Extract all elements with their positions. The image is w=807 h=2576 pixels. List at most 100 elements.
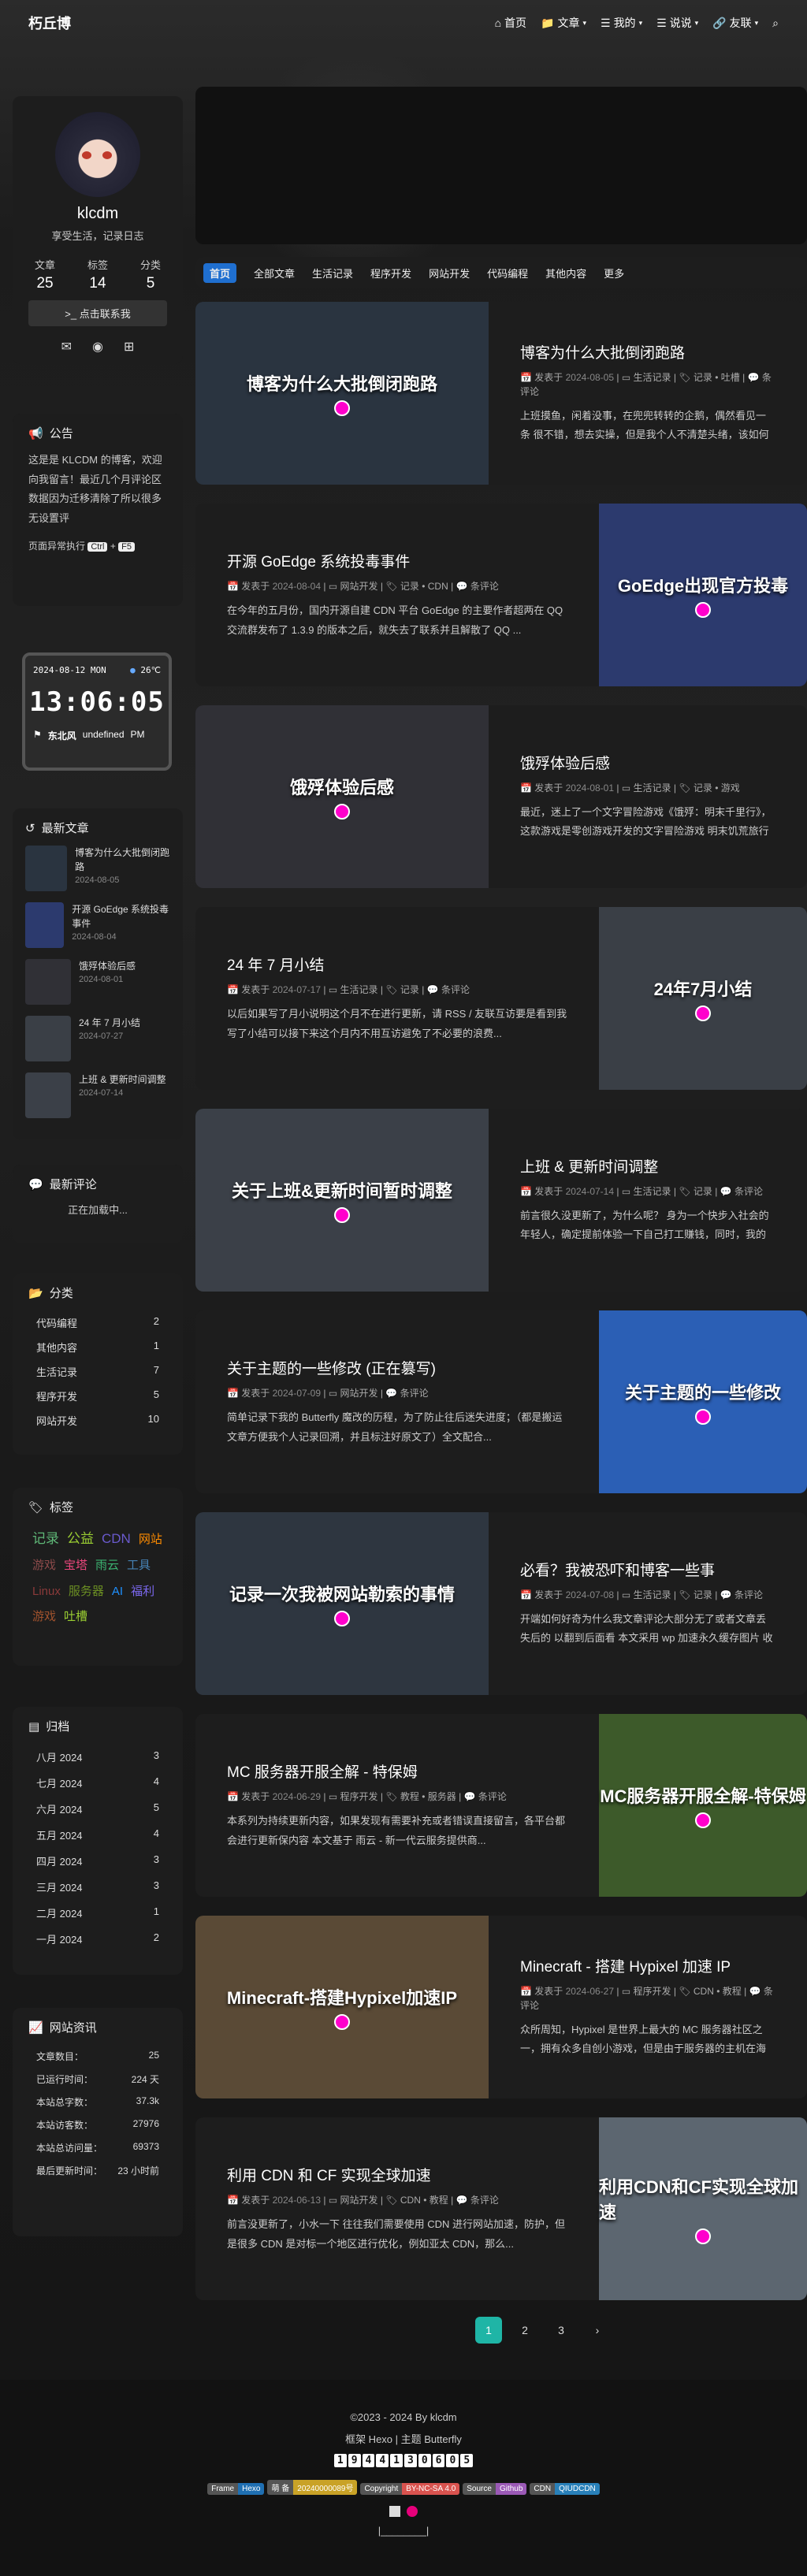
post-title[interactable]: 关于主题的一些修改 (正在篡写) <box>227 1357 567 1378</box>
post-cover[interactable]: 利用CDN和CF实现全球加速 <box>599 2117 807 2300</box>
recent-post-item[interactable]: 博客为什么大批倒闭跑路 2024-08-05 <box>25 846 170 893</box>
post-card[interactable]: 24年7月小结 24 年 7 月小结 📅 发表于 2024-07-17 | ▭ 生活… <box>195 907 807 1090</box>
nav-item-0[interactable]: ⌂ 首页 <box>495 15 526 31</box>
footer-badge[interactable]: 萌 备 20240000089号 <box>267 2480 358 2495</box>
page-1[interactable]: 1 <box>475 2317 502 2344</box>
post-comments[interactable]: 条评论 <box>734 1186 763 1197</box>
tag-link[interactable]: 宝塔 <box>64 1555 87 1578</box>
nav-item-2[interactable]: ☰ 我的 ▾ <box>601 15 642 31</box>
post-tags[interactable]: CDN • 教程 <box>400 2195 448 2206</box>
category-item[interactable]: 程序开发 5 <box>28 1384 167 1408</box>
post-title[interactable]: 24 年 7 月小结 <box>227 953 567 975</box>
post-card[interactable]: 关于上班&更新时间暂时调整 上班 & 更新时间调整 📅 发表于 2024-07-14… <box>195 1109 807 1292</box>
post-cover[interactable]: Minecraft-搭建Hypixel加速IP <box>195 1916 489 2098</box>
category-item[interactable]: 其他内容 1 <box>28 1335 167 1359</box>
post-title[interactable]: 开源 GoEdge 系统投毒事件 <box>227 550 567 571</box>
post-card[interactable]: GoEdge出现官方投毒 开源 GoEdge 系统投毒事件 📅 发表于 2024-0… <box>195 504 807 686</box>
archive-item[interactable]: 七月 2024 4 <box>28 1770 167 1796</box>
page-3[interactable]: 3 <box>548 2317 575 2344</box>
post-card[interactable]: Minecraft-搭建Hypixel加速IP Minecraft - 搭建 Hy… <box>195 1916 807 2098</box>
post-category[interactable]: 程序开发 <box>633 1986 671 1997</box>
post-title[interactable]: 必看？我被恐吓和博客一些事 <box>520 1559 775 1580</box>
post-comments[interactable]: 条评论 <box>734 1589 763 1600</box>
post-cover[interactable]: MC服务器开服全解-特保姆 <box>599 1714 807 1897</box>
archive-item[interactable]: 八月 2024 3 <box>28 1744 167 1770</box>
post-cover[interactable]: 关于主题的一些修改 <box>599 1310 807 1493</box>
post-cover[interactable]: 记录一次我被网站勒索的事情 <box>195 1512 489 1695</box>
post-cover[interactable]: 关于上班&更新时间暂时调整 <box>195 1109 489 1292</box>
stat-1[interactable]: 标签 14 <box>87 257 108 292</box>
nav-item-4[interactable]: 🔗 友联 ▾ <box>712 15 758 31</box>
post-title[interactable]: 利用 CDN 和 CF 实现全球加速 <box>227 2164 567 2185</box>
post-title[interactable]: MC 服务器开服全解 - 特保姆 <box>227 1760 567 1782</box>
tag-link[interactable]: 网站 <box>139 1529 162 1552</box>
tab-3[interactable]: 程序开发 <box>370 266 411 281</box>
post-title[interactable]: 博客为什么大批倒闭跑路 <box>520 341 775 362</box>
post-title[interactable]: 上班 & 更新时间调整 <box>520 1155 775 1176</box>
tab-2[interactable]: 生活记录 <box>312 266 353 281</box>
tab-5[interactable]: 代码编程 <box>487 266 528 281</box>
post-tags[interactable]: 教程 • 服务器 <box>400 1791 456 1802</box>
post-comments[interactable]: 条评论 <box>441 984 470 995</box>
tab-1[interactable]: 全部文章 <box>254 266 295 281</box>
tab-7[interactable]: 更多 <box>604 266 624 281</box>
next-page-button[interactable]: › <box>584 2317 611 2344</box>
post-category[interactable]: 生活记录 <box>633 1186 671 1197</box>
post-title[interactable]: 饿殍体验后感 <box>520 752 775 773</box>
post-tags[interactable]: 记录 <box>400 984 419 995</box>
archive-item[interactable]: 一月 2024 2 <box>28 1926 167 1952</box>
tag-link[interactable]: 游戏 <box>32 1555 56 1578</box>
recent-post-item[interactable]: 开源 GoEdge 系统投毒事件 2024-08-04 <box>25 902 170 950</box>
post-cover[interactable]: 饿殍体验后感 <box>195 705 489 888</box>
tag-link[interactable]: Linux <box>32 1581 61 1604</box>
post-cover[interactable]: GoEdge出现官方投毒 <box>599 504 807 686</box>
post-card[interactable]: 记录一次我被网站勒索的事情 必看？我被恐吓和博客一些事 📅 发表于 2024-07-… <box>195 1512 807 1695</box>
category-item[interactable]: 代码编程 2 <box>28 1310 167 1335</box>
footer-badge[interactable]: Copyright BY-NC-SA 4.0 <box>360 2483 460 2495</box>
sitemap-icon[interactable]: ⊞ <box>124 339 134 355</box>
tag-link[interactable]: 记录 <box>32 1526 59 1552</box>
post-category[interactable]: 网站开发 <box>340 1388 377 1399</box>
rss-icon[interactable]: ◉ <box>92 339 103 355</box>
post-tags[interactable]: 记录 <box>694 1589 712 1600</box>
post-card[interactable]: 关于主题的一些修改 关于主题的一些修改 (正在篡写) 📅 发表于 2024-07-0… <box>195 1310 807 1493</box>
post-cover[interactable]: 24年7月小结 <box>599 907 807 1090</box>
footer-badge[interactable]: CDN QIUDCDN <box>530 2483 600 2495</box>
nav-item-3[interactable]: ☰ 说说 ▾ <box>656 15 698 31</box>
tag-link[interactable]: 工具 <box>127 1555 151 1578</box>
post-category[interactable]: 生活记录 <box>633 372 671 383</box>
post-card[interactable]: 饿殍体验后感 饿殍体验后感 📅 发表于 2024-08-01 | ▭ 生活记录 | … <box>195 705 807 888</box>
recent-post-item[interactable]: 24 年 7 月小结 2024-07-27 <box>25 1016 170 1063</box>
post-card[interactable]: MC服务器开服全解-特保姆 MC 服务器开服全解 - 特保姆 📅 发表于 2024-… <box>195 1714 807 1897</box>
category-item[interactable]: 网站开发 10 <box>28 1408 167 1433</box>
tag-link[interactable]: AI <box>112 1581 123 1604</box>
tag-link[interactable]: 雨云 <box>95 1555 119 1578</box>
archive-item[interactable]: 二月 2024 1 <box>28 1900 167 1926</box>
tab-4[interactable]: 网站开发 <box>429 266 470 281</box>
page-2[interactable]: 2 <box>511 2317 538 2344</box>
tag-link[interactable]: 吐槽 <box>64 1606 87 1629</box>
post-category[interactable]: 生活记录 <box>340 984 377 995</box>
post-category[interactable]: 生活记录 <box>633 782 671 794</box>
archive-item[interactable]: 六月 2024 5 <box>28 1796 167 1822</box>
recent-post-item[interactable]: 饿殍体验后感 2024-08-01 <box>25 959 170 1006</box>
post-card[interactable]: 利用CDN和CF实现全球加速 利用 CDN 和 CF 实现全球加速 📅 发表于 20… <box>195 2117 807 2300</box>
tag-link[interactable]: CDN <box>102 1526 131 1552</box>
recent-post-item[interactable]: 上班 & 更新时间调整 2024-07-14 <box>25 1072 170 1120</box>
tag-link[interactable]: 服务器 <box>69 1581 104 1604</box>
post-comments[interactable]: 条评论 <box>400 1388 429 1399</box>
footer-badge[interactable]: Frame Hexo <box>207 2483 265 2495</box>
tab-6[interactable]: 其他内容 <box>545 266 586 281</box>
category-item[interactable]: 生活记录 7 <box>28 1359 167 1384</box>
tag-link[interactable]: 游戏 <box>32 1606 56 1629</box>
footer-badge[interactable]: Source Github <box>463 2483 527 2495</box>
stat-0[interactable]: 文章 25 <box>35 257 55 292</box>
tag-link[interactable]: 福利 <box>131 1581 154 1604</box>
tab-0[interactable]: 首页 <box>203 262 237 283</box>
archive-item[interactable]: 三月 2024 3 <box>28 1874 167 1900</box>
stat-2[interactable]: 分类 5 <box>140 257 161 292</box>
tag-link[interactable]: 公益 <box>67 1526 94 1552</box>
search-icon[interactable]: ⌕ <box>772 17 779 30</box>
site-logo[interactable]: 朽丘博 <box>28 13 71 33</box>
contact-button[interactable]: >_ 点击联系我 <box>28 300 167 326</box>
